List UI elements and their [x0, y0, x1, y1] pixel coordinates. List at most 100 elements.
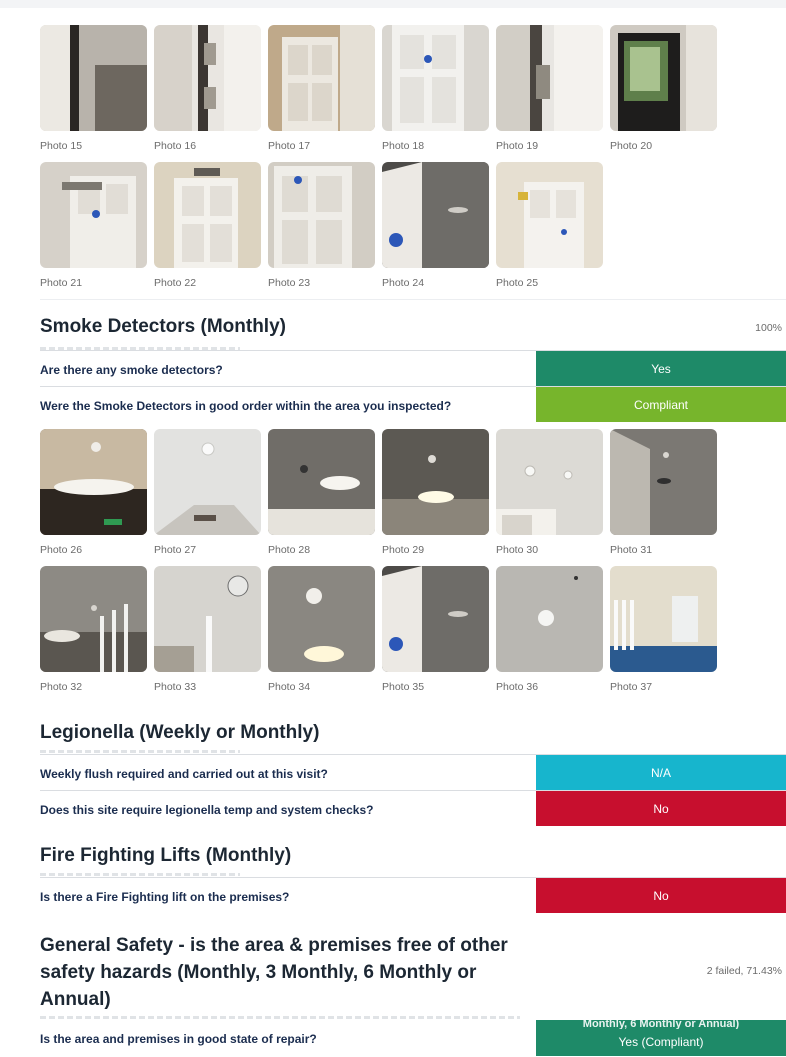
photo-caption: Photo 17 [268, 140, 311, 152]
photo-tile[interactable]: Photo 19 [496, 25, 603, 152]
section-title-fire-lifts: Fire Fighting Lifts (Monthly) [40, 845, 292, 866]
photo-tile[interactable]: Photo 20 [610, 25, 717, 152]
answer-badge-no[interactable]: No [536, 878, 786, 913]
photo-thumbnail[interactable] [268, 162, 375, 268]
photo-thumbnail[interactable] [610, 429, 717, 535]
faded-subtitle [40, 750, 240, 753]
faded-subtitle [40, 873, 240, 876]
answer-badge-yes-compliant[interactable]: Monthly, 6 Monthly or Annual) Yes (Compl… [536, 1019, 786, 1056]
answer-overlap-text: Monthly, 6 Monthly or Annual) [582, 1019, 740, 1029]
photo-thumbnail[interactable] [268, 429, 375, 535]
photo-tile[interactable]: Photo 34 [268, 566, 375, 693]
photo-thumbnail[interactable] [268, 566, 375, 672]
photo-thumbnail[interactable] [40, 429, 147, 535]
photo-tile[interactable]: Photo 30 [496, 429, 603, 556]
photo-thumbnail[interactable] [40, 566, 147, 672]
photo-caption: Photo 19 [496, 140, 539, 152]
question-text: Are there any smoke detectors? [40, 363, 223, 377]
photo-tile[interactable]: Photo 32 [40, 566, 147, 693]
faded-subtitle [40, 1016, 520, 1019]
question-row: Are there any smoke detectors? Yes [40, 350, 786, 386]
photo-thumbnail[interactable] [154, 162, 261, 268]
photo-tile[interactable]: Photo 35 [382, 566, 489, 693]
photo-tile[interactable]: Photo 36 [496, 566, 603, 693]
photo-tile[interactable]: Photo 37 [610, 566, 717, 693]
photo-thumbnail[interactable] [610, 25, 717, 131]
photo-caption: Photo 37 [610, 681, 653, 693]
question-text: Were the Smoke Detectors in good order w… [40, 399, 452, 413]
section-title-general-safety: General Safety - is the area & premises … [40, 932, 508, 1013]
question-text: Is the area and premises in good state o… [40, 1032, 317, 1046]
photo-tile[interactable]: Photo 33 [154, 566, 261, 693]
question-row: Is the area and premises in good state o… [40, 1019, 786, 1057]
question-text: Weekly flush required and carried out at… [40, 767, 328, 781]
photo-thumbnail[interactable] [268, 25, 375, 131]
photo-tile[interactable]: Photo 27 [154, 429, 261, 556]
photo-thumbnail[interactable] [496, 25, 603, 131]
question-row: Were the Smoke Detectors in good order w… [40, 386, 786, 423]
photo-thumbnail[interactable] [154, 566, 261, 672]
answer-badge-na[interactable]: N/A [536, 755, 786, 790]
photo-tile[interactable]: Photo 16 [154, 25, 261, 152]
question-row: Does this site require legionella temp a… [40, 790, 786, 827]
photo-tile[interactable]: Photo 25 [496, 162, 603, 289]
section-score: 100% [755, 322, 782, 334]
photo-thumbnail[interactable] [154, 429, 261, 535]
question-row: Weekly flush required and carried out at… [40, 754, 786, 790]
photo-caption: Photo 16 [154, 140, 197, 152]
photo-thumbnail[interactable] [496, 566, 603, 672]
answer-badge-no[interactable]: No [536, 791, 786, 826]
question-text: Does this site require legionella temp a… [40, 803, 374, 817]
photo-caption: Photo 24 [382, 277, 425, 289]
photo-thumbnail[interactable] [382, 429, 489, 535]
photo-tile[interactable]: Photo 28 [268, 429, 375, 556]
photo-caption: Photo 20 [610, 140, 653, 152]
answer-text: Yes (Compliant) [618, 1035, 704, 1049]
photo-thumbnail[interactable] [610, 566, 717, 672]
section-title-line: safety hazards (Monthly, 3 Monthly, 6 Mo… [40, 962, 477, 983]
question-row: Is there a Fire Fighting lift on the pre… [40, 877, 786, 914]
photo-thumbnail[interactable] [154, 25, 261, 131]
photo-caption: Photo 33 [154, 681, 197, 693]
photo-tile[interactable]: Photo 31 [610, 429, 717, 556]
photo-tile[interactable]: Photo 23 [268, 162, 375, 289]
photo-tile[interactable]: Photo 21 [40, 162, 147, 289]
photo-caption: Photo 31 [610, 544, 653, 556]
answer-badge-compliant[interactable]: Compliant [536, 387, 786, 422]
photo-caption: Photo 36 [496, 681, 539, 693]
photo-caption: Photo 32 [40, 681, 83, 693]
photo-tile[interactable]: Photo 26 [40, 429, 147, 556]
photo-caption: Photo 22 [154, 277, 197, 289]
section-title-line: General Safety - is the area & premises … [40, 935, 508, 956]
section-title-legionella: Legionella (Weekly or Monthly) [40, 722, 320, 743]
top-toolbar-strip [0, 0, 786, 8]
photo-tile[interactable]: Photo 15 [40, 25, 147, 152]
section-title-line: Annual) [40, 989, 111, 1010]
photo-caption: Photo 34 [268, 681, 311, 693]
divider [40, 299, 786, 300]
photo-caption: Photo 25 [496, 277, 539, 289]
photo-caption: Photo 28 [268, 544, 311, 556]
section-score: 2 failed, 71.43% [706, 965, 782, 977]
answer-badge-yes[interactable]: Yes [536, 351, 786, 386]
photo-tile[interactable]: Photo 29 [382, 429, 489, 556]
photo-tile[interactable]: Photo 24 [382, 162, 489, 289]
section-title-smoke-detectors: Smoke Detectors (Monthly) [40, 316, 286, 337]
photo-thumbnail[interactable] [40, 25, 147, 131]
photo-caption: Photo 35 [382, 681, 425, 693]
photo-caption: Photo 27 [154, 544, 197, 556]
photo-caption: Photo 21 [40, 277, 83, 289]
photo-caption: Photo 26 [40, 544, 83, 556]
photo-tile[interactable]: Photo 17 [268, 25, 375, 152]
photo-tile[interactable]: Photo 22 [154, 162, 261, 289]
photo-thumbnail[interactable] [382, 25, 489, 131]
photo-caption: Photo 30 [496, 544, 539, 556]
photo-thumbnail[interactable] [40, 162, 147, 268]
photo-thumbnail[interactable] [382, 566, 489, 672]
photo-thumbnail[interactable] [382, 162, 489, 268]
photo-thumbnail[interactable] [496, 429, 603, 535]
photo-tile[interactable]: Photo 18 [382, 25, 489, 152]
photo-thumbnail[interactable] [496, 162, 603, 268]
photo-caption: Photo 23 [268, 277, 311, 289]
photo-caption: Photo 18 [382, 140, 425, 152]
